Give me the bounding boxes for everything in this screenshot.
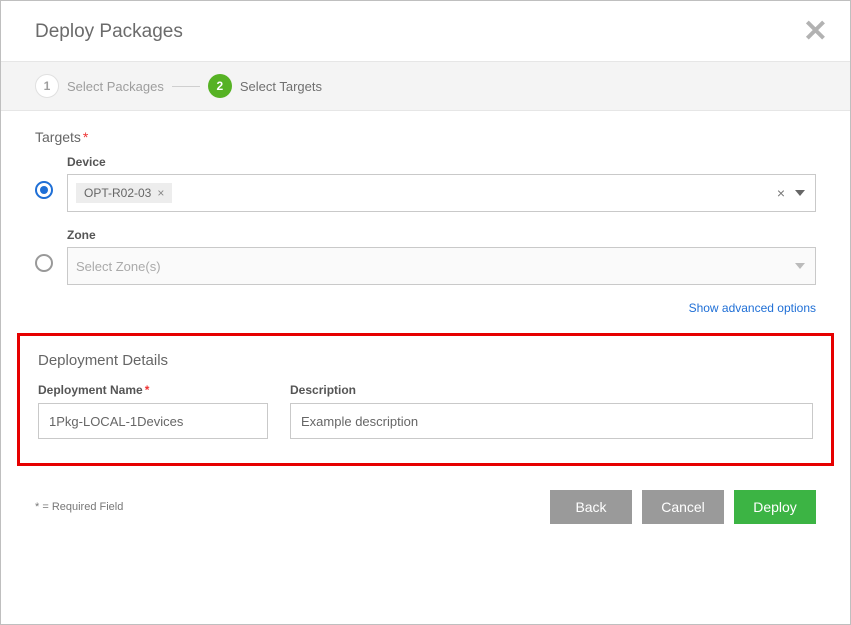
device-select-controls: × bbox=[777, 185, 805, 201]
device-target-body: Device OPT-R02-03 × × bbox=[67, 155, 816, 212]
device-target-row: Device OPT-R02-03 × × bbox=[35, 155, 816, 212]
description-input[interactable] bbox=[290, 403, 813, 439]
zone-target-body: Zone Select Zone(s) bbox=[67, 228, 816, 285]
deployment-name-label-text: Deployment Name bbox=[38, 383, 143, 397]
wizard-steps: 1 Select Packages 2 Select Targets bbox=[1, 61, 850, 111]
step-1-label[interactable]: Select Packages bbox=[67, 79, 164, 94]
zone-select[interactable]: Select Zone(s) bbox=[67, 247, 816, 285]
deployment-details-heading: Deployment Details bbox=[38, 352, 813, 369]
required-star: * bbox=[145, 383, 150, 397]
device-dropdown-icon[interactable] bbox=[795, 190, 805, 196]
zone-dropdown-icon[interactable] bbox=[795, 263, 805, 269]
dialog-title: Deploy Packages bbox=[35, 21, 183, 43]
zone-select-controls bbox=[795, 263, 805, 269]
deployment-name-field: Deployment Name* bbox=[38, 383, 268, 439]
radio-selected-icon bbox=[40, 186, 48, 194]
zone-placeholder: Select Zone(s) bbox=[76, 259, 161, 274]
device-select[interactable]: OPT-R02-03 × × bbox=[67, 174, 816, 212]
device-label: Device bbox=[67, 155, 816, 169]
targets-section: Targets* Device OPT-R02-03 × × bbox=[1, 111, 850, 315]
deployment-details-section: Deployment Details Deployment Name* Desc… bbox=[17, 333, 834, 466]
zone-label: Zone bbox=[67, 228, 816, 242]
device-chip: OPT-R02-03 × bbox=[76, 183, 172, 203]
device-radio[interactable] bbox=[35, 181, 53, 199]
advanced-options-row: Show advanced options bbox=[35, 301, 816, 315]
close-icon[interactable]: ✕ bbox=[803, 22, 828, 42]
description-field: Description bbox=[290, 383, 813, 439]
footer-buttons: Back Cancel Deploy bbox=[550, 490, 816, 524]
targets-heading: Targets* bbox=[35, 129, 816, 145]
dialog-footer: * = Required Field Back Cancel Deploy bbox=[1, 478, 850, 524]
zone-radio[interactable] bbox=[35, 254, 53, 272]
deployment-name-input[interactable] bbox=[38, 403, 268, 439]
deployment-details-fields: Deployment Name* Description bbox=[38, 383, 813, 439]
device-clear-icon[interactable]: × bbox=[777, 185, 785, 201]
required-field-note: * = Required Field bbox=[35, 501, 123, 513]
description-label: Description bbox=[290, 383, 813, 397]
step-2-label[interactable]: Select Targets bbox=[240, 79, 322, 94]
step-1-number[interactable]: 1 bbox=[35, 74, 59, 98]
device-chip-text: OPT-R02-03 bbox=[84, 186, 151, 200]
cancel-button[interactable]: Cancel bbox=[642, 490, 724, 524]
deploy-button[interactable]: Deploy bbox=[734, 490, 816, 524]
targets-heading-text: Targets bbox=[35, 129, 81, 145]
step-2-number[interactable]: 2 bbox=[208, 74, 232, 98]
device-chip-remove-icon[interactable]: × bbox=[157, 186, 164, 200]
required-star: * bbox=[83, 129, 88, 145]
zone-target-row: Zone Select Zone(s) bbox=[35, 228, 816, 285]
dialog-header: Deploy Packages ✕ bbox=[1, 1, 850, 61]
deployment-name-label: Deployment Name* bbox=[38, 383, 268, 397]
deploy-packages-dialog: Deploy Packages ✕ 1 Select Packages 2 Se… bbox=[0, 0, 851, 625]
advanced-options-link[interactable]: Show advanced options bbox=[689, 301, 816, 315]
step-connector bbox=[172, 86, 200, 87]
back-button[interactable]: Back bbox=[550, 490, 632, 524]
